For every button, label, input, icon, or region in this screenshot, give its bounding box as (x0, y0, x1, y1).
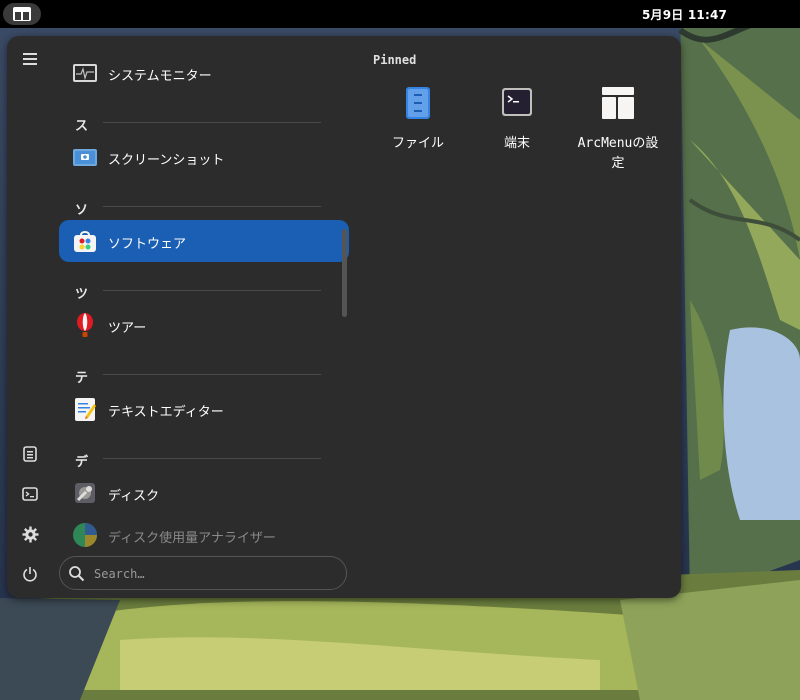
layout-icon (13, 7, 31, 21)
app-label: スクリーンショット (108, 153, 225, 168)
section-divider (103, 458, 321, 459)
list-item-disks[interactable]: ディスク (59, 472, 349, 514)
pinned-terminal[interactable]: 端末 (471, 86, 563, 154)
settings-gear-icon[interactable] (21, 525, 39, 543)
section-divider (103, 206, 321, 207)
arcmenu-settings-icon (602, 87, 634, 119)
pinned-heading: Pinned (373, 53, 417, 67)
top-bar: 5月9日 11:47 (0, 0, 800, 28)
system-monitor-icon (73, 64, 97, 82)
app-list[interactable]: システムモニター ス スクリーンショット ソ ソフトウェア ツ ツアー テ テキ… (59, 44, 349, 552)
app-label: ツアー (108, 321, 147, 336)
section-header: ソ (75, 203, 89, 218)
section-header: ス (75, 119, 89, 134)
terminal-icon (502, 88, 532, 116)
app-label: ディスク (108, 489, 160, 504)
disk-usage-analyzer-icon (73, 523, 97, 547)
pinned-label: ArcMenuの設定 (577, 136, 659, 171)
search-icon (69, 566, 85, 582)
list-item-system-monitor[interactable]: システムモニター (59, 52, 349, 94)
screenshot-icon (73, 149, 97, 166)
list-scrollbar[interactable] (342, 229, 347, 317)
app-label: テキストエディター (108, 405, 224, 420)
terminal-icon[interactable] (21, 485, 39, 503)
list-item-screenshot[interactable]: スクリーンショット (59, 136, 349, 178)
list-item-software[interactable]: ソフトウェア (59, 220, 349, 262)
disks-icon (75, 483, 95, 503)
software-icon (74, 231, 96, 252)
list-item-disk-usage-analyzer[interactable]: ディスク使用量アナライザー (59, 514, 349, 552)
list-item-text-editor[interactable]: テキストエディター (59, 388, 349, 430)
app-label: システムモニター (108, 69, 212, 84)
pinned-label: 端末 (503, 136, 530, 151)
hamburger-icon[interactable] (21, 50, 39, 68)
section-header: テ (75, 371, 89, 386)
arcmenu-button[interactable] (3, 3, 41, 25)
tour-balloon-icon (77, 313, 93, 337)
section-divider (103, 122, 321, 123)
text-editor-icon (75, 398, 96, 421)
search-input[interactable] (92, 564, 336, 584)
documents-icon[interactable] (21, 445, 39, 463)
section-header: デ (75, 455, 89, 470)
search-box[interactable] (59, 556, 347, 590)
arcmenu-panel: システムモニター ス スクリーンショット ソ ソフトウェア ツ ツアー テ テキ… (7, 36, 681, 598)
pinned-label: ファイル (391, 136, 444, 151)
power-icon[interactable] (21, 565, 39, 583)
section-divider (103, 290, 321, 291)
app-label: ディスク使用量アナライザー (108, 531, 276, 546)
section-header: ツ (75, 287, 89, 302)
list-item-tour[interactable]: ツアー (59, 304, 349, 346)
section-divider (103, 374, 321, 375)
pinned-files[interactable]: ファイル (372, 86, 464, 154)
files-icon (406, 87, 430, 119)
app-label: ソフトウェア (108, 237, 187, 252)
clock[interactable]: 5月9日 11:47 (642, 6, 727, 23)
pinned-arcmenu-settings[interactable]: ArcMenuの設定 (572, 86, 664, 174)
